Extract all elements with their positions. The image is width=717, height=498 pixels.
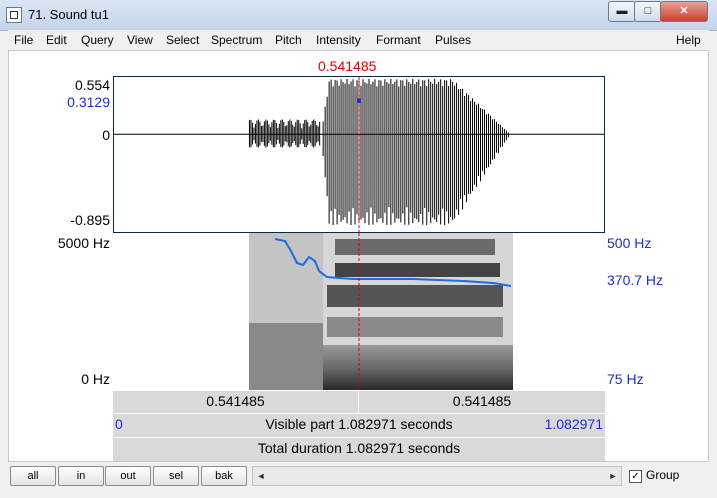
maximize-button[interactable]: □ xyxy=(634,1,662,22)
scroll-left-icon[interactable]: ◄ xyxy=(254,468,268,484)
menu-select[interactable]: Select xyxy=(166,33,199,47)
menu-help[interactable]: Help xyxy=(676,33,701,47)
time-row: 0.541485 0.541485 xyxy=(113,390,605,413)
right-time-cell[interactable]: 0.541485 xyxy=(359,391,605,413)
waveform-panel[interactable] xyxy=(113,76,605,233)
total-duration-label: Total duration 1.082971 seconds xyxy=(257,440,461,456)
spectrogram-ybottom-label: 0 Hz xyxy=(81,371,110,387)
menu-spectrum[interactable]: Spectrum xyxy=(211,33,262,47)
cursor-time-label: 0.541485 xyxy=(318,58,377,74)
pitch-top-label: 500 Hz xyxy=(607,235,652,251)
minimize-button[interactable]: ▬ xyxy=(608,1,636,22)
menu-intensity[interactable]: Intensity xyxy=(316,33,361,47)
waveform-ymin-label: -0.895 xyxy=(70,212,110,228)
scroll-right-icon[interactable]: ► xyxy=(606,468,620,484)
menu-pitch[interactable]: Pitch xyxy=(275,33,302,47)
waveform-ymax-label: 0.554 xyxy=(74,77,110,93)
zoom-back-button[interactable]: bak xyxy=(201,466,247,486)
waveform-cursor-value: 0.3129 xyxy=(67,94,110,110)
menu-view[interactable]: View xyxy=(127,33,153,47)
horizontal-scrollbar[interactable]: ◄ ► xyxy=(252,466,622,486)
spectrogram-formant-band-4 xyxy=(327,317,503,337)
spectrogram-ytop-label: 5000 Hz xyxy=(57,235,110,251)
left-time-cell[interactable]: 0.541485 xyxy=(113,391,359,413)
visible-end-time: 1.082971 xyxy=(544,416,603,432)
menu-edit[interactable]: Edit xyxy=(46,33,67,47)
zoom-out-button[interactable]: out xyxy=(105,466,151,486)
menu-file[interactable]: File xyxy=(14,33,33,47)
spectrogram-formant-band-1 xyxy=(335,239,495,255)
zoom-all-button[interactable]: all xyxy=(10,466,56,486)
close-button[interactable]: ✕ xyxy=(660,1,708,22)
spectrogram-fricative-low xyxy=(249,323,323,390)
menu-query[interactable]: Query xyxy=(81,33,114,47)
total-duration-row[interactable]: Total duration 1.082971 seconds xyxy=(113,437,605,461)
spectrogram-formant-band-3 xyxy=(327,285,503,307)
group-checkbox[interactable]: ✓ xyxy=(629,470,642,483)
pitch-bottom-label: 75 Hz xyxy=(607,371,644,387)
window-icon xyxy=(6,7,22,23)
spectrogram-formant-band-2 xyxy=(335,263,500,277)
menu-bar: File Edit Query View Select Spectrum Pit… xyxy=(8,30,709,50)
waveform-zero-label: 0 xyxy=(102,127,110,143)
menu-pulses[interactable]: Pulses xyxy=(435,33,471,47)
menu-formant[interactable]: Formant xyxy=(376,33,421,47)
zoom-sel-button[interactable]: sel xyxy=(153,466,199,486)
visible-part-label: Visible part 1.082971 seconds xyxy=(265,416,453,432)
bottom-toolbar: all in out sel bak ◄ ► ✓ Group xyxy=(0,462,717,498)
waveform-cursor-dot xyxy=(356,98,362,104)
group-label: Group xyxy=(646,468,680,482)
visible-part-row[interactable]: 0 Visible part 1.082971 seconds 1.082971 xyxy=(113,413,605,437)
title-bar[interactable]: 71. Sound tu1 ▬ □ ✕ xyxy=(0,0,717,31)
zoom-in-button[interactable]: in xyxy=(58,466,104,486)
waveform-signal xyxy=(248,78,509,226)
window-title: 71. Sound tu1 xyxy=(28,7,109,22)
pitch-cursor-value: 370.7 Hz xyxy=(607,272,664,288)
spectrogram-low-energy xyxy=(323,345,513,390)
visible-start-time: 0 xyxy=(115,416,123,432)
spectrogram-panel[interactable] xyxy=(113,233,605,390)
